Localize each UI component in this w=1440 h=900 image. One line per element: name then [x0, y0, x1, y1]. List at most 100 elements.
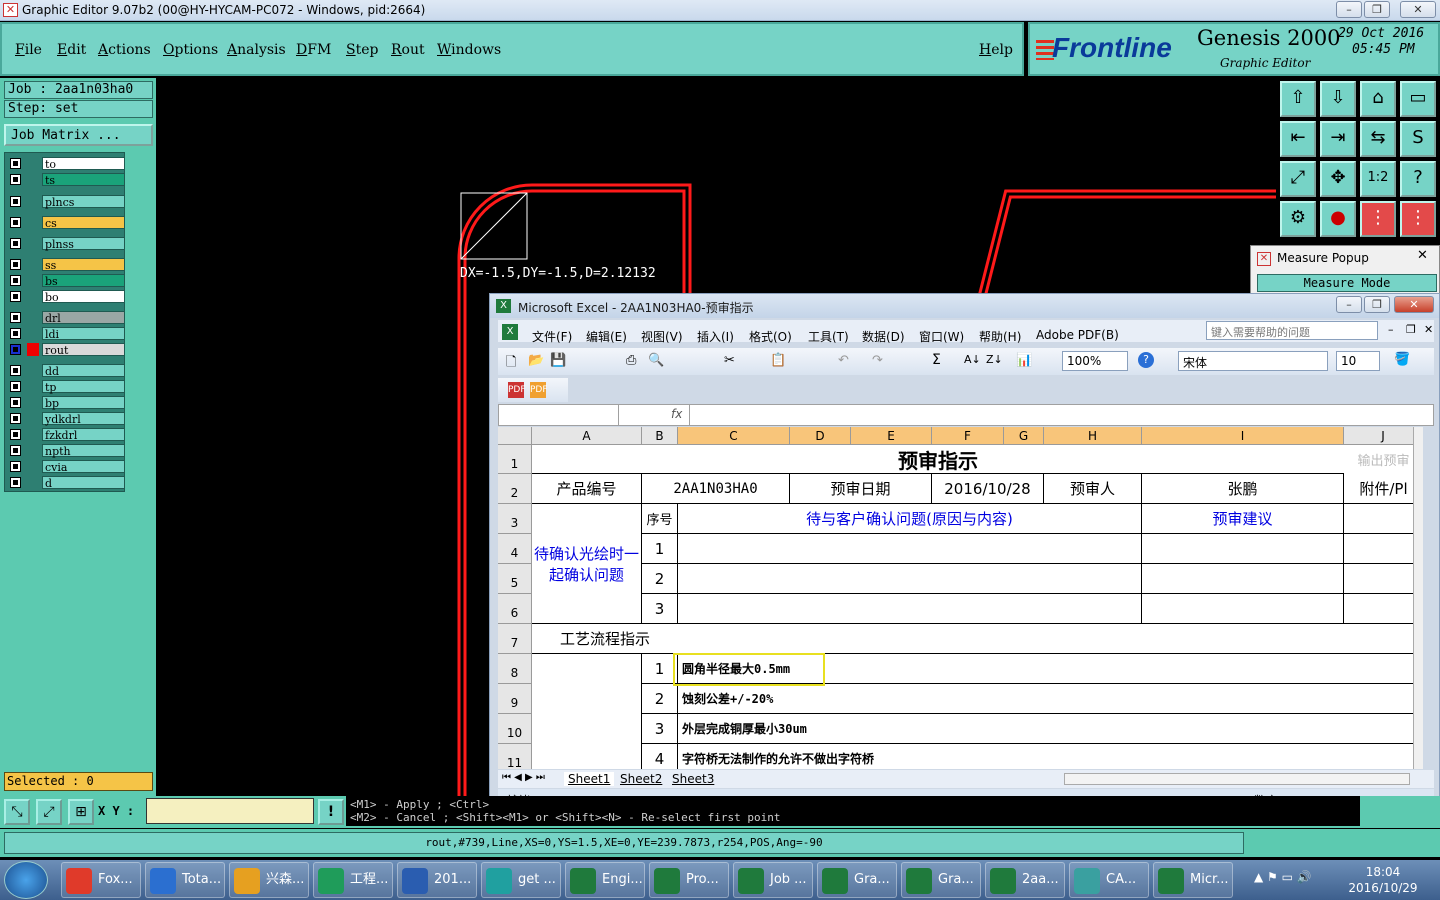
zoom-out-tool-icon[interactable]: ⤢ — [36, 799, 62, 825]
menu-rout[interactable]: Rout — [391, 42, 425, 58]
empty-cell[interactable] — [1344, 564, 1423, 594]
menu-options[interactable]: Options — [163, 42, 218, 58]
excel-doc-minimize-icon[interactable]: – — [1388, 323, 1394, 336]
open-icon[interactable]: 📂 — [528, 353, 544, 368]
issue-header[interactable]: 待与客户确认问题(原因与内容) — [678, 504, 1142, 534]
taskbar-item[interactable]: Pro... — [649, 862, 729, 898]
taskbar-item[interactable]: Fox... — [61, 862, 141, 898]
vertical-scrollbar[interactable] — [1413, 427, 1423, 769]
name-box[interactable] — [499, 405, 619, 425]
layer-row-ldi[interactable]: ldi — [7, 326, 125, 341]
layer-row-drl[interactable]: drl — [7, 310, 125, 325]
start-button[interactable] — [4, 861, 48, 899]
review-date-value[interactable]: 2016/10/28 — [932, 474, 1044, 504]
pending-seq[interactable]: 2 — [642, 564, 678, 594]
product-no-label[interactable]: 产品编号 — [532, 474, 642, 504]
layer-row-ydkdrl[interactable]: ydkdrl — [7, 411, 125, 426]
layer-row-d[interactable]: d — [7, 475, 125, 490]
layer-row-ss[interactable]: ss — [7, 257, 125, 272]
taskbar-item[interactable]: get ... — [481, 862, 561, 898]
taskbar-item[interactable]: Tota... — [145, 862, 225, 898]
layer-checkbox-icon[interactable] — [10, 413, 21, 424]
row-header[interactable]: 6 — [498, 594, 532, 624]
excel-minimize-button[interactable]: – — [1336, 296, 1362, 313]
print-icon[interactable]: ⎙ — [626, 353, 636, 368]
export-up-tool-icon[interactable]: ⇧ — [1280, 81, 1316, 117]
layer-checkbox-icon[interactable] — [10, 445, 21, 456]
process-merge-cell[interactable] — [532, 654, 642, 769]
layers-red-tool-icon[interactable]: ⋮ — [1360, 201, 1396, 237]
preview-icon[interactable]: 🔍 — [648, 353, 664, 368]
tray-icons[interactable]: ▲ ⚑ ▭ 🔊 — [1254, 870, 1342, 890]
row-header[interactable]: 9 — [498, 684, 532, 714]
sort-desc-icon[interactable]: Z↓ — [986, 353, 1003, 366]
row-header[interactable]: 1 — [498, 445, 532, 474]
layer-row-bp[interactable]: bp — [7, 395, 125, 410]
pending-label[interactable]: 待确认光绘时一起确认问题 — [532, 504, 642, 624]
layer-checkbox-icon[interactable] — [10, 259, 21, 270]
sheet-heading[interactable]: 预审指示 — [532, 445, 1344, 474]
excel-menu-format[interactable]: 格式(O) — [749, 328, 792, 345]
process-label[interactable]: 工艺流程指示 — [532, 624, 678, 654]
excel-menu-view[interactable]: 视图(V) — [641, 328, 683, 345]
scale-tool-icon[interactable]: 1:2 — [1360, 161, 1396, 197]
excel-doc-close-icon[interactable]: ✕ — [1424, 323, 1433, 336]
row-header[interactable]: 4 — [498, 534, 532, 564]
font-size-select[interactable]: 10 — [1336, 351, 1380, 371]
column-header[interactable]: D — [790, 427, 851, 445]
sheet-tab-2[interactable]: Sheet2 — [620, 772, 662, 786]
taskbar-item[interactable]: Micr... — [1153, 862, 1233, 898]
layer-row-bo[interactable]: bo — [7, 289, 125, 304]
excel-help-search-input[interactable]: 键入需要帮助的问题 — [1206, 321, 1378, 340]
layer-checkbox-icon[interactable] — [10, 174, 21, 185]
taskbar-item[interactable]: 201... — [397, 862, 477, 898]
pending-suggest-cell[interactable] — [1142, 534, 1344, 564]
maximize-button[interactable]: ❐ — [1364, 1, 1390, 18]
column-header[interactable]: F — [932, 427, 1004, 445]
pending-issue-cell[interactable] — [678, 564, 1142, 594]
column-header[interactable]: C — [678, 427, 790, 445]
excel-menu-data[interactable]: 数据(D) — [862, 328, 905, 345]
taskbar-item[interactable]: CA... — [1069, 862, 1149, 898]
excel-menu-help[interactable]: 帮助(H) — [979, 328, 1021, 345]
layer-checkbox-icon[interactable] — [10, 238, 21, 249]
alert-icon[interactable]: ! — [318, 799, 344, 825]
process-item-no[interactable]: 2 — [642, 684, 678, 714]
clock[interactable]: 18:04 2016/10/29 — [1346, 862, 1420, 898]
window-tool-icon[interactable]: ▭ — [1400, 81, 1436, 117]
autosum-icon[interactable]: Σ — [932, 352, 941, 368]
layer-row-bs[interactable]: bs — [7, 273, 125, 288]
zoom-center-tool-icon[interactable]: ✥ — [1320, 161, 1356, 197]
excel-menu-window[interactable]: 窗口(W) — [919, 328, 964, 345]
empty-cell[interactable] — [678, 624, 1423, 654]
layer-checkbox-icon[interactable] — [10, 461, 21, 472]
undo-icon[interactable]: ↶ — [838, 353, 849, 368]
layer-row-plncs[interactable]: plncs — [7, 194, 125, 209]
taskbar-item[interactable]: Gra... — [817, 862, 897, 898]
xy-input[interactable] — [146, 798, 314, 824]
layer-checkbox-icon[interactable] — [10, 477, 21, 488]
column-header[interactable]: B — [642, 427, 678, 445]
process-item-no[interactable]: 3 — [642, 714, 678, 744]
review-date-label[interactable]: 预审日期 — [790, 474, 932, 504]
move-right-tool-icon[interactable]: ⇥ — [1320, 121, 1356, 157]
output-button[interactable]: 输出预审 — [1344, 445, 1423, 474]
excel-menu-file[interactable]: 文件(F) — [532, 328, 572, 345]
layer-row-plnss[interactable]: plnss — [7, 236, 125, 251]
save-icon[interactable]: 💾 — [550, 353, 566, 368]
grid-tool-icon[interactable]: ⊞ — [68, 799, 94, 825]
layer-row-cs[interactable]: cs — [7, 215, 125, 230]
taskbar-item[interactable]: Engi... — [565, 862, 645, 898]
sort-asc-icon[interactable]: A↓ — [964, 353, 981, 366]
empty-cell[interactable] — [1344, 534, 1423, 564]
process-item-text[interactable]: 圆角半径最大0.5mm — [678, 654, 1423, 684]
layer-row-fzkdrl[interactable]: fzkdrl — [7, 427, 125, 442]
pending-issue-cell[interactable] — [678, 594, 1142, 624]
zoom-select[interactable]: 100% — [1062, 351, 1128, 371]
pending-seq[interactable]: 3 — [642, 594, 678, 624]
sheet-tab-1[interactable]: Sheet1 — [564, 772, 615, 786]
excel-menu-edit[interactable]: 编辑(E) — [586, 328, 627, 345]
layer-row-ts[interactable]: ts — [7, 172, 125, 187]
suggest-header[interactable]: 预审建议 — [1142, 504, 1344, 534]
layer-checkbox-icon[interactable] — [10, 312, 21, 323]
